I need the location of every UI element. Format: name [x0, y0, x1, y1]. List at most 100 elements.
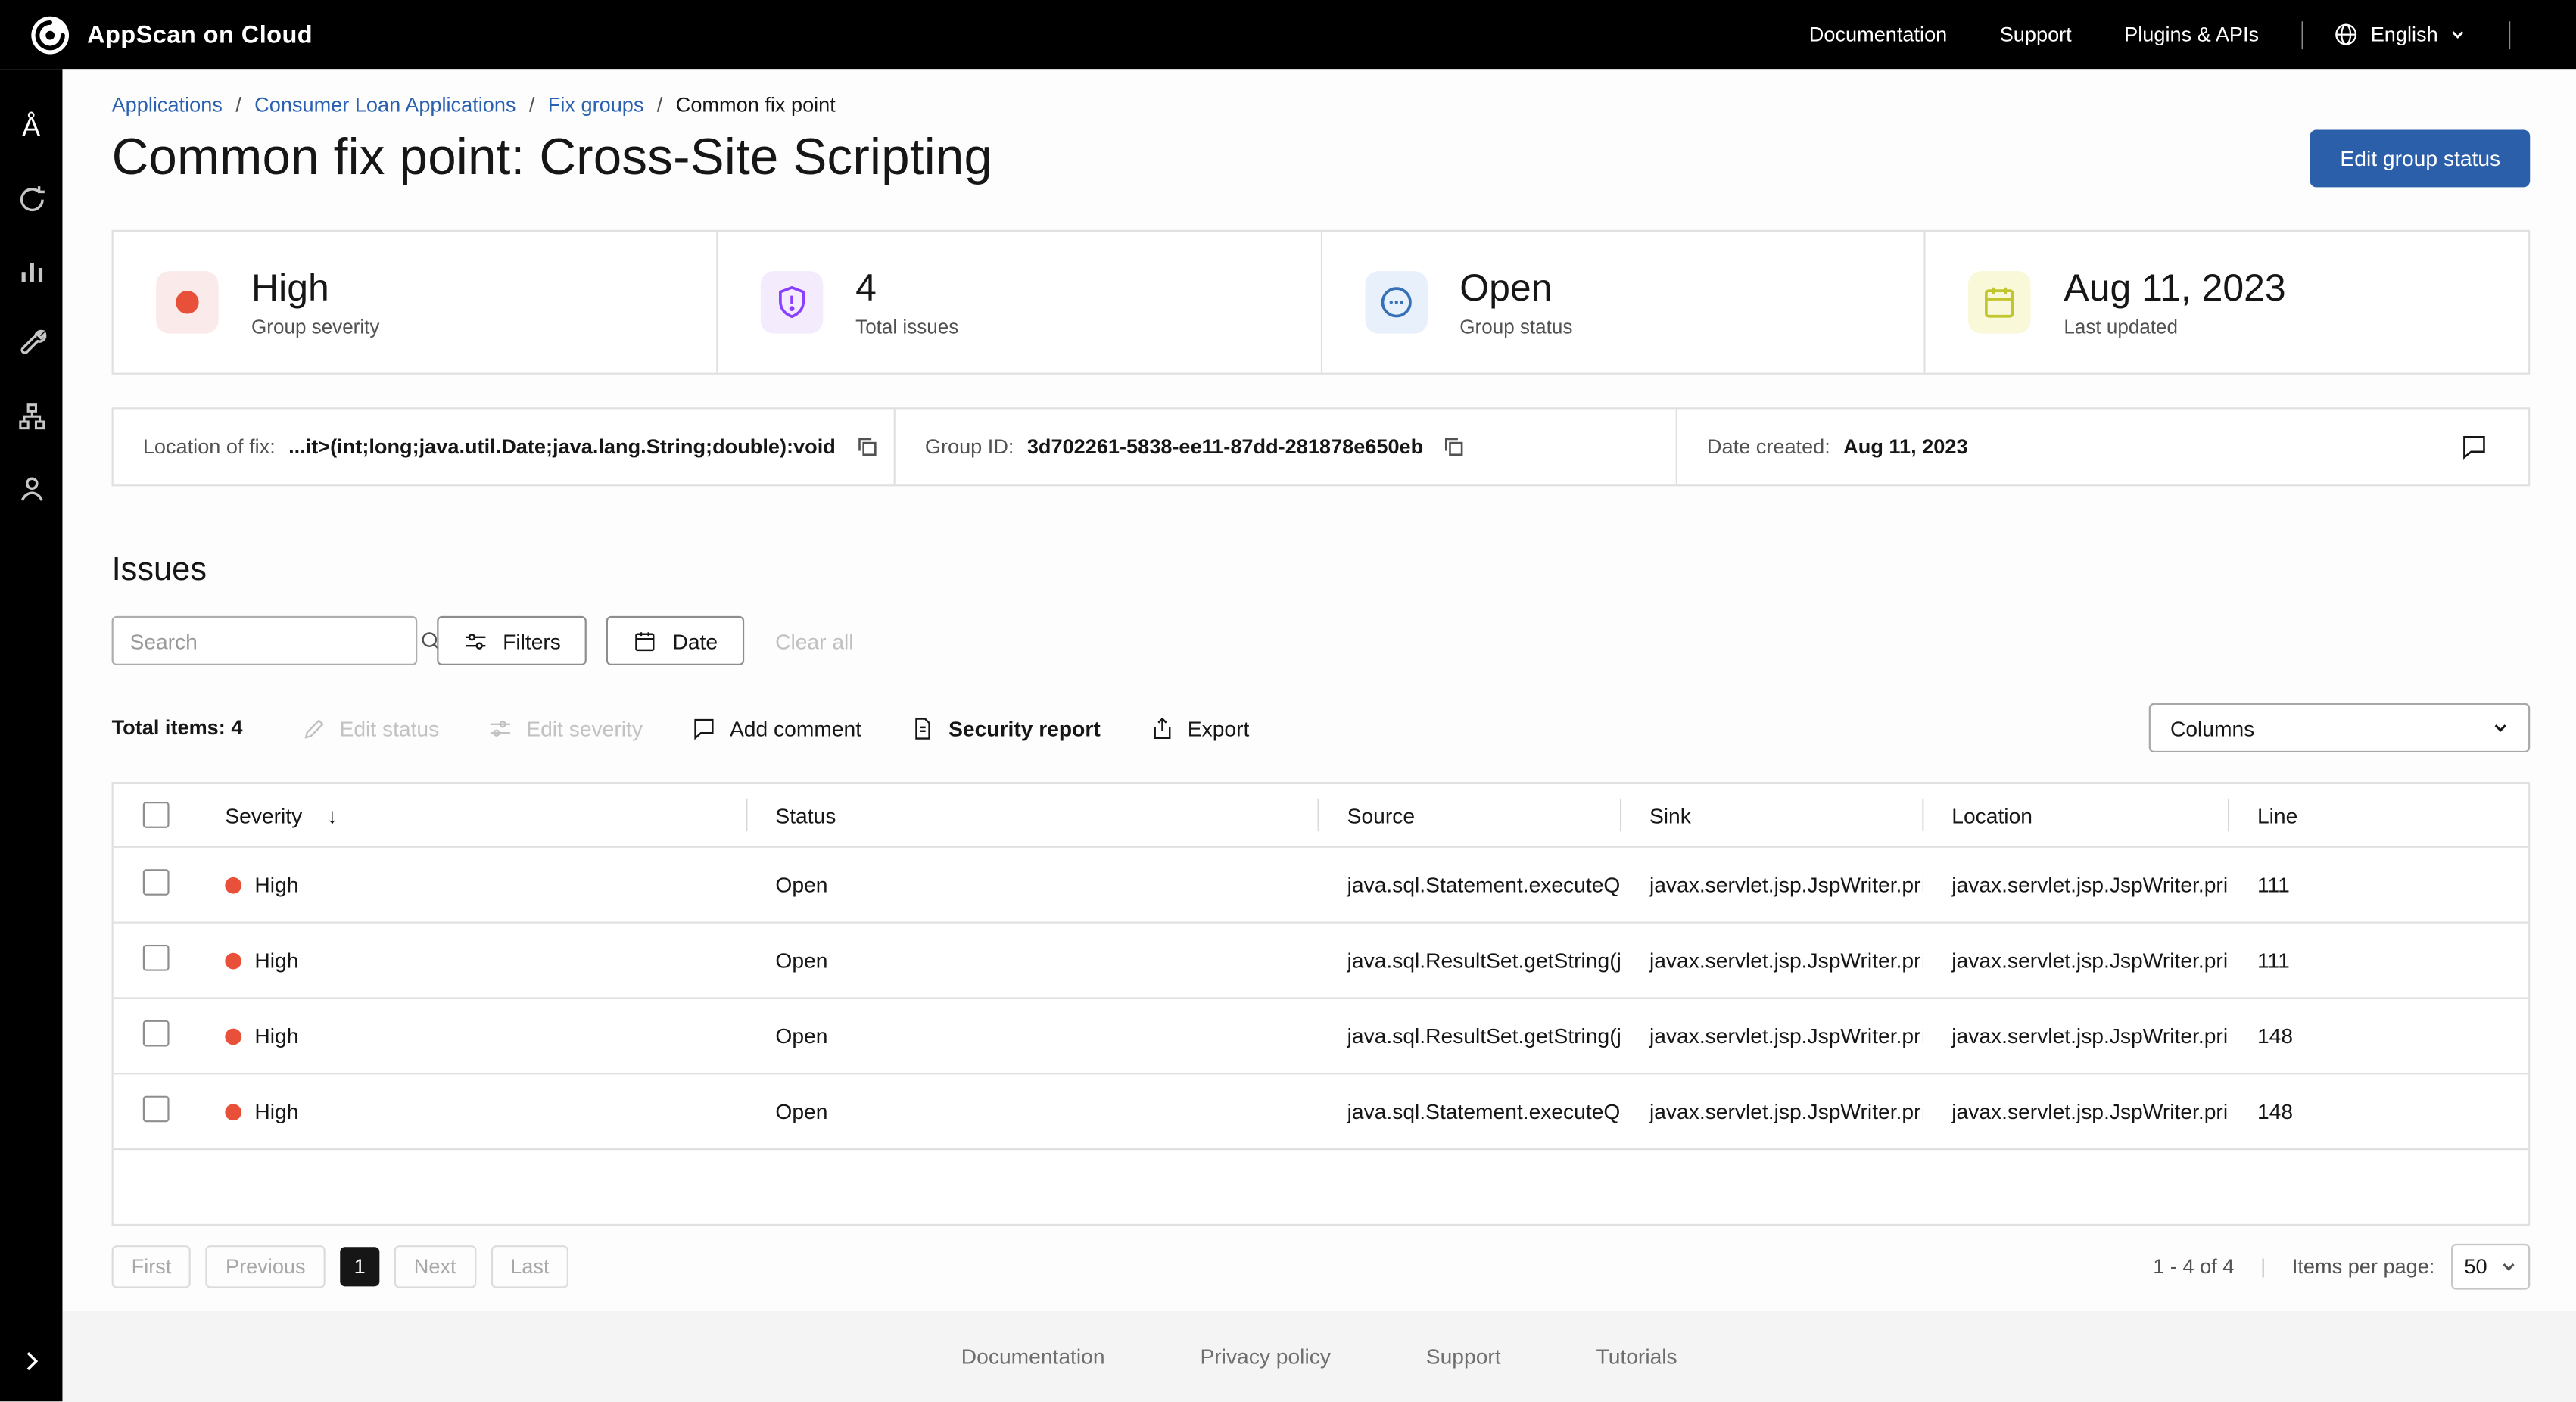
header-status[interactable]: Status [746, 784, 1317, 846]
total-items: Total items: 4 [112, 716, 243, 739]
header-sink[interactable]: Sink [1620, 784, 1922, 846]
card-group-status: Open Group status [1322, 232, 1926, 373]
report-document-icon [911, 715, 936, 740]
date-created-value: Aug 11, 2023 [1843, 435, 1967, 458]
breadcrumb-consumer-loan-applications[interactable]: Consumer Loan Applications [254, 94, 516, 117]
breadcrumb-separator: / [529, 94, 535, 117]
pagination-current-page[interactable]: 1 [340, 1247, 379, 1286]
items-per-page-value: 50 [2464, 1255, 2487, 1278]
issues-heading: Issues [112, 552, 2531, 590]
sidebar-item-tools[interactable] [0, 307, 62, 379]
topnav-divider [2302, 20, 2303, 48]
chevron-down-icon [2492, 720, 2509, 737]
cell-location: javax.servlet.jsp.JspWriter.pri [1922, 872, 2228, 897]
date-created: Date created: Aug 11, 2023 [1677, 409, 2528, 484]
chevron-down-icon [2500, 1258, 2517, 1275]
brand-home-link[interactable]: AppScan on Cloud [30, 14, 313, 55]
edit-group-status-button[interactable]: Edit group status [2310, 129, 2530, 186]
sidebar-item-account[interactable] [0, 452, 62, 524]
severity-dot-icon [225, 877, 241, 893]
row-checkbox[interactable] [143, 869, 170, 896]
footer-privacy-policy[interactable]: Privacy policy [1200, 1344, 1330, 1369]
cell-source: java.sql.Statement.executeQu [1318, 872, 1620, 897]
breadcrumb-separator: / [657, 94, 663, 117]
header-severity[interactable]: Severity ↓ [204, 784, 746, 846]
card-total-issues: 4 Total issues [718, 232, 1322, 373]
security-report-button[interactable]: Security report [911, 715, 1101, 740]
table-row[interactable]: High Open java.sql.Statement.executeQu j… [114, 846, 2528, 922]
date-created-label: Date created: [1707, 435, 1830, 458]
status-circle-icon [1364, 271, 1426, 333]
cell-severity: High [254, 1099, 298, 1124]
edit-status-button[interactable]: Edit status [302, 715, 440, 740]
header-source[interactable]: Source [1318, 784, 1620, 846]
filters-button[interactable]: Filters [437, 616, 587, 665]
footer-documentation[interactable]: Documentation [961, 1344, 1105, 1369]
cell-status: Open [746, 872, 1317, 897]
cell-status: Open [746, 1023, 1317, 1048]
row-checkbox[interactable] [143, 945, 170, 971]
row-checkbox[interactable] [143, 1020, 170, 1047]
breadcrumb-applications[interactable]: Applications [112, 94, 223, 117]
cell-severity: High [254, 948, 298, 973]
footer-support[interactable]: Support [1426, 1344, 1501, 1369]
breadcrumb-fix-groups[interactable]: Fix groups [548, 94, 644, 117]
footer: Documentation Privacy policy Support Tut… [62, 1311, 2576, 1401]
table-row[interactable]: High Open java.sql.ResultSet.getString(j… [114, 922, 2528, 998]
topnav-plugins-apis[interactable]: Plugins & APIs [2124, 23, 2259, 45]
pagination-previous-button[interactable]: Previous [206, 1245, 326, 1288]
breadcrumb-separator: / [235, 94, 241, 117]
issues-table: Severity ↓ Status Source Sink Location L… [112, 782, 2531, 1226]
cell-line: 148 [2228, 1023, 2528, 1048]
hierarchy-icon [16, 400, 47, 431]
filters-label: Filters [503, 628, 561, 653]
pagination-next-button[interactable]: Next [394, 1245, 476, 1288]
footer-tutorials[interactable]: Tutorials [1596, 1344, 1677, 1369]
clear-all-button[interactable]: Clear all [775, 628, 853, 653]
search-input[interactable] [129, 628, 419, 653]
breadcrumb-current: Common fix point [676, 94, 836, 117]
header-location[interactable]: Location [1922, 784, 2228, 846]
topnav-support[interactable]: Support [2000, 23, 2072, 45]
severity-dot-icon [225, 952, 241, 969]
actions-row: Total items: 4 Edit status Edit severity… [112, 703, 2531, 752]
topnav-documentation[interactable]: Documentation [1809, 23, 1947, 45]
columns-dropdown[interactable]: Columns [2149, 703, 2531, 752]
pagination-last-button[interactable]: Last [491, 1245, 568, 1288]
copy-location-button[interactable] [854, 434, 880, 460]
sidebar-item-organization[interactable] [0, 379, 62, 451]
export-icon [1150, 715, 1175, 740]
location-of-fix-value: ...it>(int;long;java.util.Date;java.lang… [288, 435, 836, 458]
header-line[interactable]: Line [2228, 784, 2528, 846]
edit-severity-button[interactable]: Edit severity [488, 715, 643, 740]
table-row[interactable]: High Open java.sql.ResultSet.getString(j… [114, 997, 2528, 1073]
pagination-divider: | [2260, 1255, 2266, 1278]
language-label: English [2371, 23, 2438, 45]
sidebar-item-appscan[interactable]: Å [0, 90, 62, 162]
comments-button[interactable] [2459, 432, 2499, 462]
table-row[interactable]: High Open java.sql.Statement.executeQu j… [114, 1073, 2528, 1148]
sidebar-item-reports[interactable] [0, 235, 62, 307]
export-button[interactable]: Export [1150, 715, 1249, 740]
cell-location: javax.servlet.jsp.JspWriter.pri [1922, 1023, 2228, 1048]
sidebar-item-scans[interactable] [0, 163, 62, 235]
copy-icon [1441, 434, 1468, 460]
row-checkbox[interactable] [143, 1096, 170, 1123]
cell-sink: javax.servlet.jsp.JspWriter.pri [1620, 1023, 1922, 1048]
wrench-icon [16, 328, 47, 359]
sidebar-expand-button[interactable] [0, 1335, 62, 1385]
copy-group-id-button[interactable] [1441, 434, 1468, 460]
card-label: Group severity [251, 316, 379, 338]
card-value: Open [1459, 266, 1572, 311]
table-header-row: Severity ↓ Status Source Sink Location L… [114, 784, 2528, 846]
language-selector[interactable]: English [2333, 21, 2466, 48]
items-per-page-dropdown[interactable]: 50 [2451, 1244, 2530, 1290]
info-bar: Location of fix: ...it>(int;long;java.ut… [112, 407, 2531, 486]
date-filter-button[interactable]: Date [607, 616, 744, 665]
cell-severity: High [254, 1023, 298, 1048]
pagination-first-button[interactable]: First [112, 1245, 192, 1288]
add-comment-button[interactable]: Add comment [692, 715, 861, 740]
breadcrumb: Applications / Consumer Loan Application… [112, 94, 2531, 117]
edit-severity-icon [488, 715, 513, 740]
select-all-checkbox[interactable] [143, 802, 170, 828]
